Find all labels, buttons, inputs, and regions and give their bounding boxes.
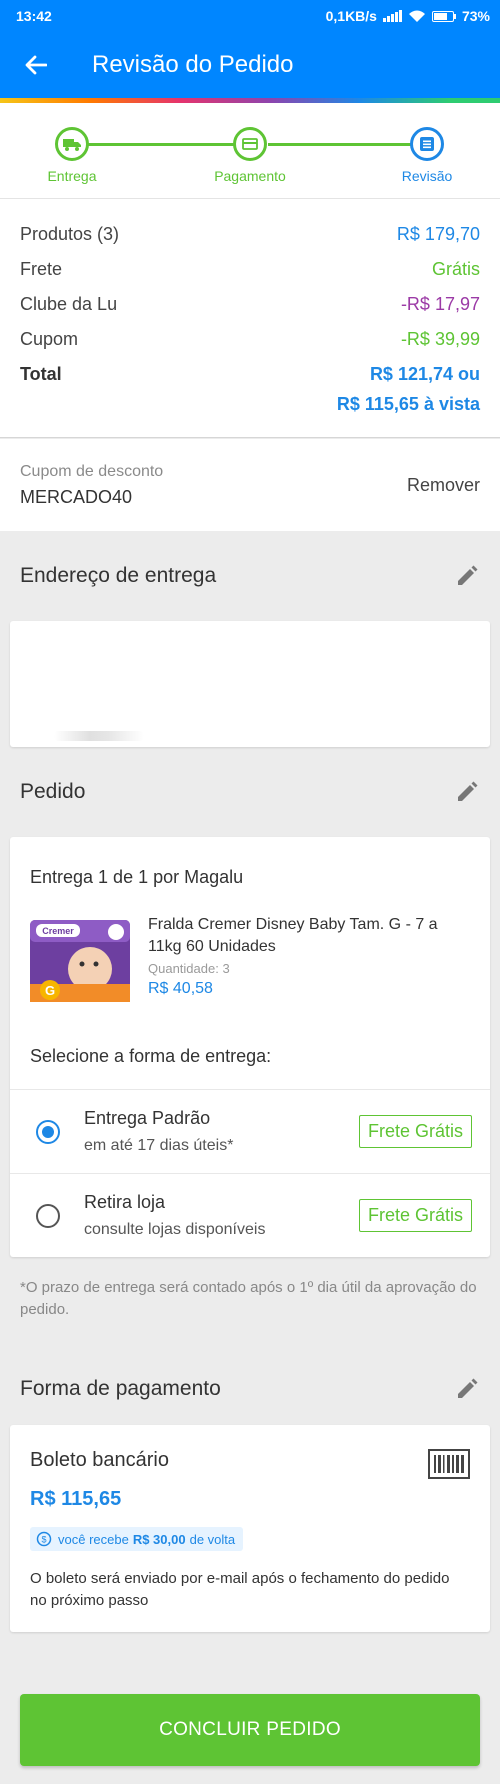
summary-label: Cupom [20, 329, 79, 349]
summary-row-products: Produtos (3) R$ 179,70 [20, 217, 480, 252]
step-pagamento: Pagamento [195, 127, 305, 184]
payment-card: Boleto bancário R$ 115,65 $ você recebe … [10, 1425, 490, 1632]
edit-payment-pencil-icon[interactable] [456, 1378, 478, 1400]
barcode-icon [428, 1449, 470, 1479]
quantity-value: 3 [222, 961, 230, 976]
remove-coupon-button[interactable]: Remover [407, 475, 480, 496]
summary-value: Grátis [431, 259, 480, 279]
option-subtitle: em até 17 dias úteis* [84, 1137, 234, 1154]
status-time: 13:42 [16, 8, 52, 24]
step-revisao: Revisão [372, 127, 482, 184]
delivery-note: *O prazo de entrega será contado após o … [20, 1279, 477, 1318]
summary-label: Frete [20, 259, 63, 279]
radio-unselected[interactable] [36, 1203, 60, 1228]
shipping-option-store-pickup[interactable]: Retira loja consulte lojas disponíveis F… [10, 1173, 490, 1257]
total-cash: R$ 115,65 à vista [336, 394, 480, 414]
cashback-amount: R$ 30,00 [132, 1531, 186, 1547]
edit-order-pencil-icon[interactable] [456, 781, 478, 803]
summary-label: Clube da Lu [20, 294, 118, 314]
coupon-section: Cupom de desconto MERCADO40 Remover [0, 439, 500, 531]
option-title: Entrega Padrão [84, 1108, 211, 1128]
summary-label: Produtos (3) [20, 224, 120, 244]
address-placeholder [54, 731, 144, 741]
summary-value: -R$ 39,99 [400, 329, 480, 349]
payment-section-header: Forma de pagamento [0, 1353, 500, 1425]
card-icon [233, 127, 267, 161]
section-title: Endereço de entrega [20, 564, 217, 587]
delivery-heading: Entrega 1 de 1 por Magalu [30, 867, 244, 887]
shipping-option-standard[interactable]: Entrega Padrão em até 17 dias úteis* Fre… [10, 1089, 490, 1173]
summary-row-shipping: Frete Grátis [20, 252, 480, 287]
back-arrow-icon[interactable] [18, 47, 54, 83]
cta-label: CONCLUIR PEDIDO [159, 1719, 341, 1740]
coupon-code: MERCADO40 [20, 487, 133, 507]
payment-method: Boleto bancário [30, 1449, 169, 1471]
step-entrega: Entrega [17, 127, 127, 184]
shipping-select-label: Selecione a forma de entrega: [30, 1046, 272, 1066]
order-card: Entrega 1 de 1 por Magalu Cremer G Frald… [10, 837, 490, 1257]
section-title: Forma de pagamento [20, 1377, 221, 1400]
product-image-size: G [45, 983, 55, 998]
address-section-header: Endereço de entrega [0, 531, 500, 621]
payment-description: O boleto será enviado por e-mail após o … [30, 1570, 450, 1609]
cashback-badge: $ você recebe R$ 30,00 de volta [30, 1527, 244, 1551]
product-price: R$ 40,58 [148, 980, 213, 997]
section-title: Pedido [20, 780, 86, 803]
battery-icon [431, 10, 456, 22]
product-item[interactable]: Cremer G Fralda Cremer Disney Baby Tam. … [10, 888, 490, 1006]
summary-row-club: Clube da Lu -R$ 17,97 [20, 287, 480, 322]
step-label: Revisão [401, 168, 453, 184]
signal-icon [382, 10, 402, 22]
step-label: Entrega [47, 168, 97, 184]
svg-text:$: $ [41, 1535, 46, 1545]
free-shipping-badge: Frete Grátis [358, 1115, 472, 1148]
option-subtitle: consulte lojas disponíveis [84, 1221, 266, 1238]
order-section-header: Pedido [0, 747, 500, 837]
cashback-suffix: de volta [189, 1531, 236, 1547]
wifi-icon [408, 10, 425, 22]
step-label: Pagamento [214, 168, 286, 184]
summary-row-coupon: Cupom -R$ 39,99 [20, 322, 480, 357]
page-title: Revisão do Pedido [92, 51, 294, 78]
summary-value: -R$ 17,97 [400, 294, 480, 314]
coupon-label: Cupom de desconto [20, 463, 164, 480]
cashback-prefix: você recebe [58, 1531, 129, 1547]
truck-icon [55, 127, 89, 161]
summary-row-total: Total R$ 121,74 ou R$ 115,65 à vista [20, 357, 480, 419]
product-quantity: Quantidade: 3 [148, 961, 448, 976]
status-bar: 13:42 0,1KB/s 73% [0, 0, 500, 32]
product-info: Fralda Cremer Disney Baby Tam. G - 7 a 1… [148, 914, 448, 1006]
total-installment: R$ 121,74 ou [369, 364, 480, 384]
free-shipping-badge: Frete Grátis [358, 1199, 472, 1232]
summary-label: Total [20, 364, 62, 384]
list-icon [410, 127, 444, 161]
product-image-brand: Cremer [42, 926, 74, 936]
total-values: R$ 121,74 ou R$ 115,65 à vista [337, 359, 480, 419]
net-speed: 0,1KB/s [325, 8, 377, 24]
complete-order-button[interactable]: CONCLUIR PEDIDO [20, 1694, 480, 1766]
summary-value: R$ 179,70 [396, 224, 480, 244]
cashback-icon: $ [36, 1531, 52, 1547]
radio-selected[interactable] [36, 1119, 60, 1144]
app-bar: Revisão do Pedido [0, 32, 500, 98]
option-title: Retira loja [84, 1192, 166, 1212]
battery-level: 73% [461, 8, 490, 24]
address-card[interactable] [10, 621, 490, 747]
quantity-label: Quantidade: [148, 961, 219, 976]
edit-address-pencil-icon[interactable] [456, 565, 478, 587]
checkout-stepper: Entrega Pagamento Revisão [0, 103, 500, 199]
order-summary: Produtos (3) R$ 179,70 Frete Grátis Club… [0, 199, 500, 438]
payment-price: R$ 115,65 [30, 1488, 122, 1510]
status-icons: 0,1KB/s 73% [326, 8, 490, 24]
product-image: Cremer G [30, 914, 134, 1006]
product-name: Fralda Cremer Disney Baby Tam. G - 7 a 1… [148, 916, 438, 955]
